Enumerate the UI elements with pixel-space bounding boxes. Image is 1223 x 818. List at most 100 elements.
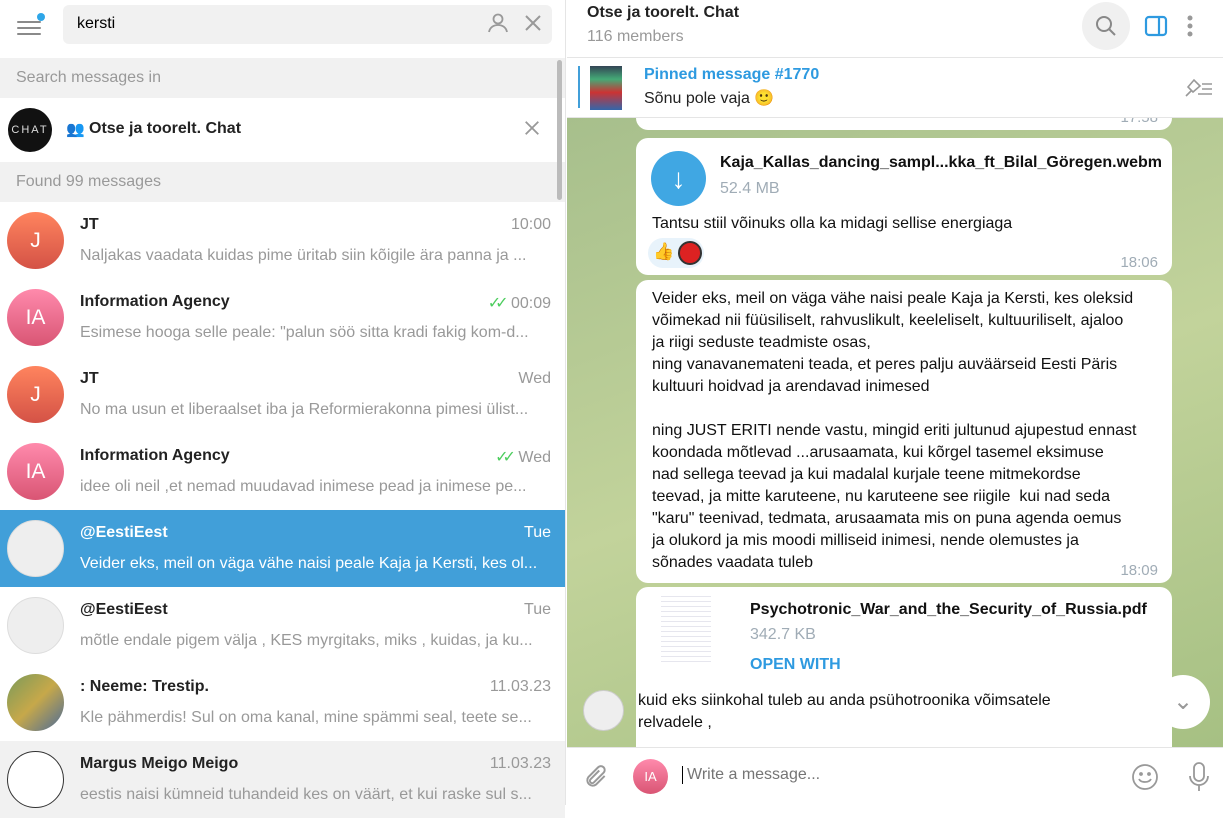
result-preview: Naljakas vaadata kuidas pime üritab siin…: [80, 247, 527, 264]
message-text: Veider eks, meil on väga vähe naisi peal…: [652, 290, 1137, 571]
custom-reaction-icon[interactable]: [678, 241, 702, 265]
pinned-thumbnail: [590, 66, 622, 110]
search-box: [63, 5, 552, 44]
result-preview: eestis naisi kümneid tuhandeid kes on vä…: [80, 786, 532, 803]
emoji-icon[interactable]: [1130, 762, 1160, 797]
search-input[interactable]: [77, 15, 477, 33]
result-preview: Esimese hooga selle peale: "palun söö si…: [80, 324, 529, 341]
result-time-text: 11.03.23: [489, 755, 551, 772]
message-area: 17:58 ↓ Kaja_Kallas_dancing_sampl...kka_…: [567, 118, 1223, 747]
search-result-item[interactable]: Margus Meigo Meigo 11.03.23 eestis naisi…: [0, 741, 565, 818]
result-time-text: 00:09: [510, 295, 551, 312]
reactions[interactable]: 👍: [648, 238, 704, 268]
result-time: Tue: [524, 524, 551, 542]
result-preview: No ma usun et liberaalset iba ja Reformi…: [80, 401, 529, 418]
search-result-item[interactable]: J JT Wed No ma usun et liberaalset iba j…: [0, 356, 565, 433]
download-icon[interactable]: ↓: [651, 151, 706, 206]
file-name[interactable]: Kaja_Kallas_dancing_sampl...kka_ft_Bilal…: [720, 154, 1162, 172]
message-time: 18:09: [1120, 562, 1158, 579]
attach-icon[interactable]: [583, 764, 609, 795]
microphone-icon[interactable]: [1187, 761, 1211, 798]
search-chat-name: Otse ja toorelt. Chat: [89, 120, 242, 137]
result-time: Tue: [524, 601, 551, 619]
chat-panel: Otse ja toorelt. Chat 116 members Pinned…: [567, 0, 1223, 805]
thumbs-up-reaction[interactable]: 👍: [653, 242, 674, 262]
result-time: 11.03.23: [490, 678, 551, 696]
sender-avatar[interactable]: [583, 690, 624, 731]
file-size: 342.7 KB: [750, 626, 816, 643]
search-chat-filter[interactable]: CHAT 👥 Otse ja toorelt. Chat: [0, 98, 565, 162]
result-name: : Neeme: Trestip.: [80, 678, 209, 695]
message-bubble: 17:58: [636, 118, 1172, 130]
result-name: @EestiEest: [80, 601, 168, 618]
result-name: Information Agency: [80, 293, 230, 310]
result-time: ✓✓ 00:09: [488, 293, 551, 313]
result-preview: Veider eks, meil on väga vähe naisi peal…: [80, 555, 538, 572]
file-name[interactable]: Psychotronic_War_and_the_Security_of_Rus…: [750, 601, 1147, 619]
avatar: J: [7, 212, 64, 269]
search-result-item[interactable]: IA Information Agency ✓✓ Wed idee oli ne…: [0, 433, 565, 510]
message-bubble: Psychotronic_War_and_the_Security_of_Rus…: [636, 587, 1172, 747]
read-check-icon: ✓✓: [487, 295, 509, 312]
search-bar-area: [0, 0, 565, 58]
message-text: kuid eks siinkohal tuleb au anda psühotr…: [638, 692, 1051, 731]
found-count: Found 99 messages: [0, 162, 565, 202]
pinned-title: Pinned message #1770: [644, 66, 820, 83]
message-input[interactable]: [682, 766, 1112, 784]
scrollbar[interactable]: [557, 60, 562, 200]
read-check-icon: ✓✓: [495, 449, 516, 466]
result-time: 10:00: [511, 216, 551, 234]
menu-icon[interactable]: [17, 13, 45, 37]
avatar: J: [7, 366, 64, 423]
chat-title[interactable]: Otse ja toorelt. Chat: [587, 4, 739, 22]
send-as-avatar[interactable]: IA: [633, 759, 668, 794]
remove-chat-filter-icon[interactable]: [523, 119, 541, 143]
user-filter-icon[interactable]: [487, 12, 509, 40]
search-icon[interactable]: [1082, 2, 1130, 50]
result-preview: idee oli neil ,et nemad muudavad inimese…: [80, 478, 527, 495]
search-result-item[interactable]: @EestiEest Tue mõtle endale pigem välja …: [0, 587, 565, 664]
result-preview: Kle pähmerdis! Sul on oma kanal, mine sp…: [80, 709, 532, 726]
result-name: JT: [80, 216, 99, 233]
search-result-item[interactable]: : Neeme: Trestip. 11.03.23 Kle pähmerdis…: [0, 664, 565, 741]
avatar: [7, 597, 64, 654]
group-icon: 👥: [66, 121, 85, 138]
avatar: IA: [7, 443, 64, 500]
message-text: Tantsu stiil võinuks olla ka midagi sell…: [652, 215, 1013, 232]
pinned-message-bar[interactable]: Pinned message #1770 Sõnu pole vaja 🙂: [567, 58, 1223, 118]
result-time-text: 10:00: [510, 216, 551, 233]
result-name: Margus Meigo Meigo: [80, 755, 239, 772]
scroll-down-button[interactable]: ⌄: [1156, 675, 1210, 729]
message-time: 17:58: [1120, 118, 1158, 126]
pdf-thumbnail[interactable]: [661, 592, 711, 664]
result-time-text: 11.03.23: [489, 678, 551, 695]
result-preview: mõtle endale pigem välja , KES myrgitaks…: [80, 632, 533, 649]
search-result-item[interactable]: IA Information Agency ✓✓ 00:09 Esimese h…: [0, 279, 565, 356]
pinned-text: Sõnu pole vaja 🙂: [644, 90, 775, 107]
avatar: [7, 751, 64, 808]
search-result-item[interactable]: J JT 10:00 Naljakas vaadata kuidas pime …: [0, 202, 565, 279]
avatar: IA: [7, 289, 64, 346]
result-time: Wed: [518, 370, 551, 388]
message-bubble: Veider eks, meil on väga vähe naisi peal…: [636, 280, 1172, 583]
result-name: @EestiEest: [80, 524, 168, 541]
pinned-list-icon[interactable]: [1182, 78, 1214, 103]
more-options-icon[interactable]: [1175, 2, 1205, 50]
open-with-button[interactable]: OPEN WITH: [750, 656, 841, 674]
clear-search-icon[interactable]: [523, 12, 543, 40]
chat-avatar: CHAT: [8, 108, 52, 152]
avatar: [7, 674, 64, 731]
result-time: 11.03.23: [490, 755, 551, 773]
result-time-text: Wed: [518, 370, 551, 387]
message-bubble: ↓ Kaja_Kallas_dancing_sampl...kka_ft_Bil…: [636, 138, 1172, 275]
result-time-text: Wed: [518, 449, 551, 466]
member-count: 116 members: [587, 28, 684, 45]
pinned-indicator: [578, 66, 580, 108]
result-time-text: Tue: [524, 524, 551, 541]
search-result-item[interactable]: @EestiEest Tue Veider eks, meil on väga …: [0, 510, 565, 587]
avatar: [7, 520, 64, 577]
sidebar-toggle-icon[interactable]: [1132, 2, 1180, 50]
file-size: 52.4 MB: [720, 180, 780, 197]
chat-header: Otse ja toorelt. Chat 116 members: [567, 0, 1223, 58]
left-panel: Search messages in CHAT 👥 Otse ja toorel…: [0, 0, 566, 818]
